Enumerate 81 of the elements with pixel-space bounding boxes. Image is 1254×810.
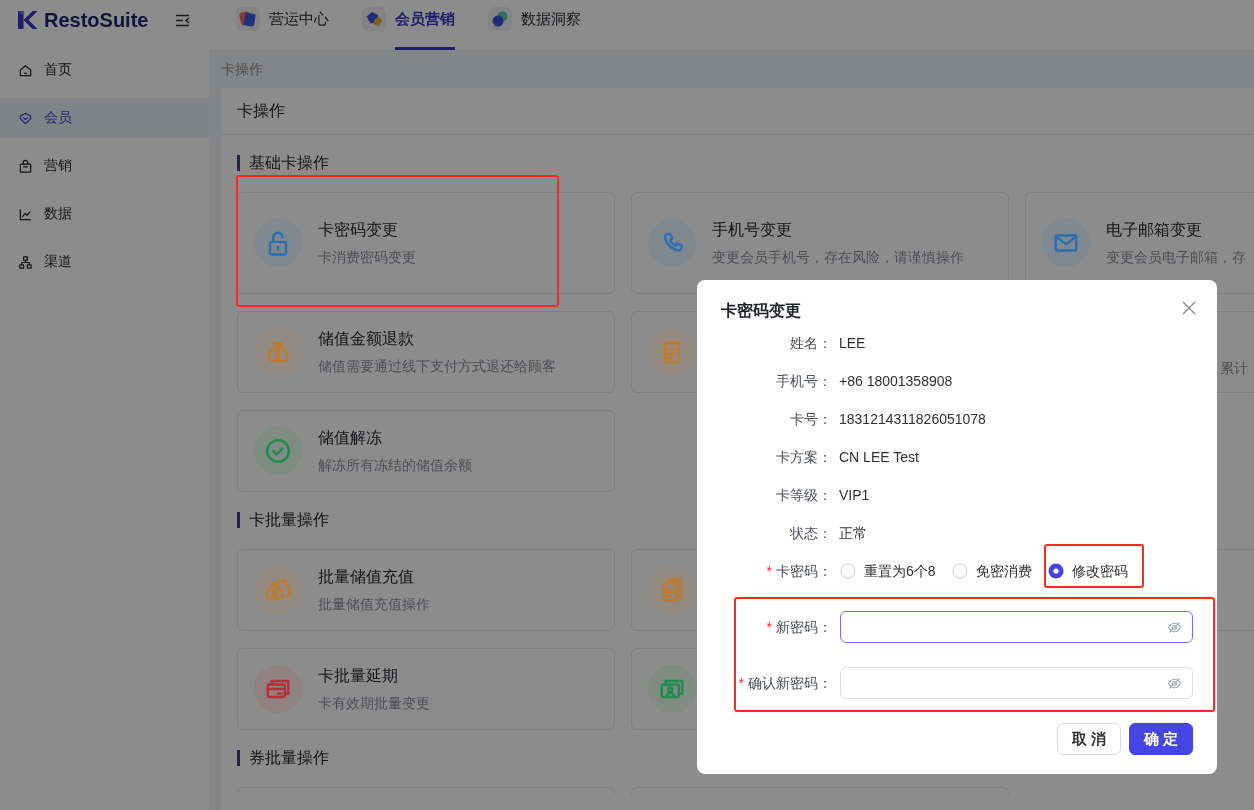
overlapping-squares-icon [236,7,260,31]
nav-tab[interactable]: 数据洞察 [488,0,581,50]
sidebar-item[interactable]: 数据 [0,194,209,234]
card-description: 批量储值充值操作 [318,595,430,614]
info-label: 状态： [790,524,832,543]
section-title: 券批量操作 [237,750,329,766]
info-value: 正常 [839,524,867,543]
action-card[interactable]: 储值金额退款 储值需要通过线下支付方式退还给顾客 [237,311,615,393]
money-bag-icon [254,328,302,376]
card-description: 储值需要通过线下支付方式退还给顾客 [318,357,556,376]
documents-icon [648,566,696,614]
card-description: 卡有效期批量变更 [318,694,430,713]
info-label: 卡号： [790,410,832,429]
hierarchy-icon [18,254,33,270]
credit-cards-icon [254,665,302,713]
card-title: 手机号变更 [712,220,793,240]
section-title: 基础卡操作 [237,155,329,171]
card-description: 解冻所有冻结的储值余额 [318,456,472,475]
card-title: 卡密码变更 [318,220,399,240]
line-chart-icon [18,206,33,222]
info-label: 卡等级： [776,486,832,505]
sidebar-item[interactable]: 首页 [0,50,209,90]
card-title: 储值解冻 [318,428,383,448]
radio-option[interactable]: 免密消费 [951,561,1032,581]
info-value: VIP1 [839,486,870,505]
card-title: 储值金额退款 [318,329,415,349]
close-icon[interactable] [1182,301,1196,315]
info-label: 卡方案： [776,448,832,467]
envelope-icon [1042,219,1090,267]
radio-option[interactable]: 重置为6个8 [840,561,936,581]
required-mark: * [766,562,772,581]
password-field[interactable] [840,611,1193,643]
padlock-icon [254,219,302,267]
action-card[interactable]: 储值解冻 解冻所有冻结的储值余额 [237,410,615,492]
info-value: 1831214311826051078 [839,410,986,429]
section-title: 卡批量操作 [237,512,329,528]
card-title: 批量储值充值 [318,567,415,587]
nav-tab[interactable]: 会员营销 [362,0,455,50]
logo-mark-icon [17,10,38,30]
action-card[interactable]: 卡批量延期 卡有效期批量变更 [237,648,615,730]
info-label: 姓名： [790,334,832,353]
phone-icon [648,219,696,267]
card-description: 变更会员手机号，存在风险，请谨慎操作 [712,248,964,267]
card-title: 卡批量延期 [318,666,399,686]
card-description: 变更会员电子邮箱，存 [1106,248,1246,267]
diamond-shapes-icon [362,7,386,31]
shopping-bag-icon [18,158,33,174]
info-value: LEE [839,334,866,353]
home-icon [18,62,33,78]
gem-icon [18,110,33,126]
overlapping-circles-icon [488,7,512,31]
field-label: 卡密码： [776,562,832,581]
radio-option[interactable]: 修改密码 [1047,561,1128,581]
info-label: 手机号： [776,372,832,391]
money-bags-icon [254,566,302,614]
eye-slash-icon[interactable] [1167,675,1182,691]
dialog-title: 卡密码变更 [721,301,801,321]
nav-tab[interactable]: 营运中心 [236,0,329,50]
card-description: 卡消费密码变更 [318,248,416,267]
info-value: CN LEE Test [839,448,919,467]
brand-name: RestoSuite [44,8,149,32]
confirm-button[interactable]: 确 定 [1129,723,1193,755]
panel-title: 卡操作 [221,88,1254,135]
eye-slash-icon[interactable] [1167,619,1182,635]
sidebar-item[interactable]: 渠道 [0,242,209,282]
menu-fold-icon[interactable] [175,13,191,27]
sidebar-item[interactable]: 营销 [0,146,209,186]
field-label: 确认新密码： [748,674,832,693]
cancel-button[interactable]: 取 消 [1057,723,1121,755]
required-mark: * [738,674,744,693]
field-label: 新密码： [776,618,832,637]
sidebar-item[interactable]: 会员 [0,98,209,138]
clipboard-icon [648,328,696,376]
card-description: 累计 [1220,359,1248,378]
card-title: 电子邮箱变更 [1106,220,1203,240]
required-mark: * [766,618,772,637]
action-card[interactable]: 批量储值充值 批量储值充值操作 [237,549,615,631]
id-card-icon [648,665,696,713]
action-card[interactable]: 卡密码变更 卡消费密码变更 [237,192,615,294]
check-circle-icon [254,427,302,475]
info-value: +86 18001358908 [839,372,953,391]
